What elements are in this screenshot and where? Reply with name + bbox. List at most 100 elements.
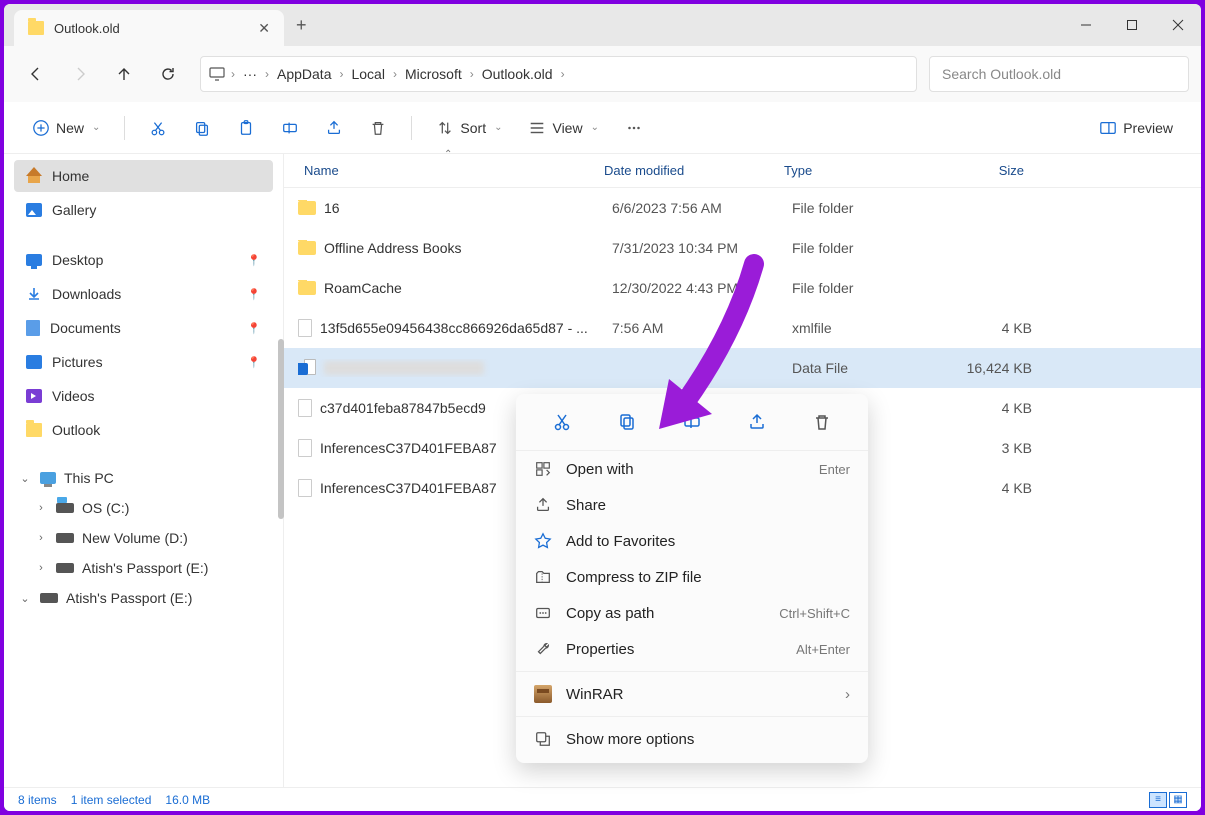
table-row[interactable]: RoamCache12/30/2022 4:43 PMFile folder: [284, 268, 1201, 308]
icons-view-button[interactable]: ▦: [1169, 792, 1187, 808]
sidebar-this-pc[interactable]: ⌄This PC: [14, 464, 273, 492]
sidebar-drive-e1[interactable]: ›Atish's Passport (E:): [14, 554, 273, 582]
sidebar-item-downloads[interactable]: Downloads📍: [14, 278, 273, 310]
ctx-share[interactable]: Share: [516, 487, 868, 523]
sort-button[interactable]: Sort⌄: [426, 113, 512, 143]
breadcrumb-appdata[interactable]: AppData: [273, 64, 335, 84]
breadcrumb-current[interactable]: Outlook.old: [478, 64, 557, 84]
sidebar-drive-c[interactable]: ›OS (C:): [14, 494, 273, 522]
new-tab-button[interactable]: +: [296, 15, 307, 36]
more-button[interactable]: [615, 113, 653, 143]
file-explorer-window: Outlook.old ✕ + › ··· › AppData › Local …: [4, 4, 1201, 811]
close-tab-button[interactable]: ✕: [258, 20, 270, 37]
address-bar[interactable]: › ··· › AppData › Local › Microsoft › Ou…: [200, 56, 917, 92]
file-icon: [298, 479, 312, 497]
monitor-icon: [209, 67, 227, 81]
scrollbar-thumb[interactable]: [278, 339, 284, 519]
share-button[interactable]: [315, 113, 353, 143]
chevron-right-icon: ›: [34, 502, 48, 514]
search-input[interactable]: Search Outlook.old: [929, 56, 1189, 92]
cell-date: 7:56 AM: [612, 320, 792, 336]
table-row[interactable]: 13f5d655e09456438cc866926da65d87 - ...7:…: [284, 308, 1201, 348]
cell-type: xmlfile: [792, 320, 942, 336]
statusbar: 8 items 1 item selected 16.0 MB ≡ ▦: [4, 787, 1201, 811]
ctx-show-more[interactable]: Show more options: [516, 721, 868, 757]
sidebar-item-gallery[interactable]: Gallery: [14, 194, 273, 226]
pin-icon: 📍: [247, 322, 261, 335]
pc-icon: [40, 472, 56, 484]
cell-date: 7/31/2023 10:34 PM: [612, 240, 792, 256]
sidebar-drive-e2[interactable]: ⌄Atish's Passport (E:): [14, 584, 273, 612]
delete-button[interactable]: [359, 113, 397, 143]
new-button[interactable]: New⌄: [22, 113, 110, 143]
ctx-favorites[interactable]: Add to Favorites: [516, 523, 868, 559]
file-icon: [298, 439, 312, 457]
table-row[interactable]: Offline Address Books7/31/2023 10:34 PMF…: [284, 228, 1201, 268]
cell-size: 4 KB: [942, 400, 1032, 416]
chevron-down-icon: ⌄: [494, 122, 502, 133]
close-button[interactable]: [1155, 4, 1201, 46]
ctx-open-with[interactable]: Open withEnter: [516, 451, 868, 487]
separator: [124, 116, 125, 140]
sidebar-item-desktop[interactable]: Desktop📍: [14, 244, 273, 276]
sidebar-item-documents[interactable]: Documents📍: [14, 312, 273, 344]
column-date[interactable]: Date modified: [604, 163, 784, 178]
videos-icon: [26, 389, 42, 403]
chevron-right-icon: ›: [339, 67, 343, 81]
separator: [516, 671, 868, 672]
home-icon: [26, 169, 42, 183]
breadcrumb-local[interactable]: Local: [347, 64, 388, 84]
copy-button[interactable]: [183, 113, 221, 143]
cell-date: 12/30/2022 4:43 PM: [612, 280, 792, 296]
tab-current[interactable]: Outlook.old ✕: [14, 10, 284, 46]
status-items: 8 items: [18, 793, 57, 807]
disk-icon: [56, 533, 74, 543]
up-button[interactable]: [104, 54, 144, 94]
sidebar-item-outlook[interactable]: Outlook: [14, 414, 273, 446]
disk-icon: [56, 503, 74, 513]
ctx-compress[interactable]: Compress to ZIP file: [516, 559, 868, 595]
view-button[interactable]: View⌄: [518, 113, 608, 143]
titlebar: Outlook.old ✕ +: [4, 4, 1201, 46]
ctx-delete-button[interactable]: [803, 404, 841, 440]
paste-button[interactable]: [227, 113, 265, 143]
winrar-icon: [534, 685, 552, 703]
minimize-button[interactable]: [1063, 4, 1109, 46]
sidebar-item-videos[interactable]: Videos: [14, 380, 273, 412]
ctx-properties[interactable]: PropertiesAlt+Enter: [516, 631, 868, 667]
forward-button[interactable]: [60, 54, 100, 94]
table-row[interactable]: xxxxxxData File16,424 KB: [284, 348, 1201, 388]
file-icon: [298, 399, 312, 417]
cut-button[interactable]: [139, 113, 177, 143]
disk-icon: [56, 563, 74, 573]
ctx-rename-button[interactable]: [673, 404, 711, 440]
view-mode-switcher: ≡ ▦: [1149, 792, 1187, 808]
chevron-down-icon: ⌄: [18, 592, 32, 605]
chevron-right-icon: ›: [393, 67, 397, 81]
rename-button[interactable]: [271, 113, 309, 143]
chevron-right-icon: ›: [34, 562, 48, 574]
breadcrumb-overflow[interactable]: ···: [239, 64, 261, 84]
ctx-cut-button[interactable]: [543, 404, 581, 440]
ctx-copy-button[interactable]: [608, 404, 646, 440]
breadcrumb-microsoft[interactable]: Microsoft: [401, 64, 466, 84]
sidebar-item-home[interactable]: Home: [14, 160, 273, 192]
ctx-copy-path[interactable]: Copy as pathCtrl+Shift+C: [516, 595, 868, 631]
column-name[interactable]: ⌃Name: [284, 163, 604, 178]
sidebar-drive-d[interactable]: ›New Volume (D:): [14, 524, 273, 552]
column-type[interactable]: Type: [784, 163, 934, 178]
chevron-right-icon: ›: [470, 67, 474, 81]
preview-button[interactable]: Preview: [1089, 113, 1183, 143]
sidebar-item-pictures[interactable]: Pictures📍: [14, 346, 273, 378]
maximize-button[interactable]: [1109, 4, 1155, 46]
sidebar: Home Gallery Desktop📍 Downloads📍 Documen…: [4, 154, 284, 787]
cell-name: 16: [298, 200, 612, 216]
details-view-button[interactable]: ≡: [1149, 792, 1167, 808]
ctx-share-button[interactable]: [738, 404, 776, 440]
ctx-winrar[interactable]: WinRAR›: [516, 676, 868, 712]
back-button[interactable]: [16, 54, 56, 94]
table-row[interactable]: 166/6/2023 7:56 AMFile folder: [284, 188, 1201, 228]
column-size[interactable]: Size: [934, 163, 1024, 178]
refresh-button[interactable]: [148, 54, 188, 94]
cell-type: File folder: [792, 200, 942, 216]
